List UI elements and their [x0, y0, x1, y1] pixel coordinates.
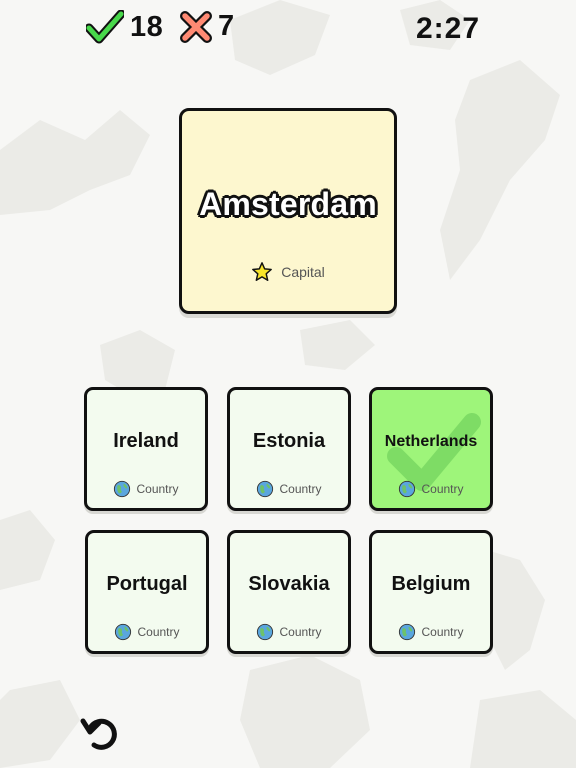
- answer-card-netherlands[interactable]: Netherlands Country: [369, 387, 493, 511]
- wrong-score: 7: [180, 10, 235, 43]
- answer-category-label: Country: [421, 482, 464, 496]
- answer-category-label: Country: [279, 625, 322, 639]
- answer-card-portugal[interactable]: Portugal Country: [85, 530, 209, 654]
- answer-category-label: Country: [421, 625, 464, 639]
- answer-category: Country: [88, 623, 206, 641]
- answer-card-ireland[interactable]: Ireland Country: [84, 387, 208, 511]
- answer-category-label: Country: [136, 482, 179, 496]
- answer-category: Country: [372, 480, 490, 498]
- answer-category: Country: [230, 623, 348, 641]
- undo-icon: [80, 718, 117, 750]
- answer-label: Belgium: [391, 573, 471, 595]
- answer-label: Netherlands: [384, 433, 478, 450]
- prompt-title: Amsterdam: [199, 186, 377, 222]
- undo-button[interactable]: [80, 712, 122, 754]
- answer-category: Country: [230, 480, 348, 498]
- prompt-card: Amsterdam Capital: [179, 108, 397, 314]
- globe-icon: [399, 480, 416, 498]
- answer-label: Ireland: [113, 430, 179, 452]
- star-icon: [252, 262, 273, 281]
- check-icon: [86, 10, 124, 44]
- cross-icon: [180, 10, 212, 43]
- answer-category: Country: [87, 480, 205, 498]
- answer-category: Country: [372, 623, 490, 641]
- answer-label: Portugal: [106, 573, 188, 595]
- answer-card-estonia[interactable]: Estonia Country: [227, 387, 351, 511]
- answer-category-label: Country: [279, 482, 322, 496]
- globe-icon: [114, 480, 131, 498]
- correct-count: 18: [130, 10, 164, 43]
- prompt-category-label: Capital: [281, 264, 325, 280]
- prompt-category: Capital: [182, 261, 394, 283]
- answer-card-slovakia[interactable]: Slovakia Country: [227, 530, 351, 654]
- correct-score: 18: [86, 10, 163, 44]
- answer-label: Slovakia: [248, 573, 330, 595]
- globe-icon: [257, 480, 274, 498]
- wrong-count: 7: [218, 10, 235, 42]
- globe-icon: [115, 623, 132, 641]
- answer-label: Estonia: [252, 430, 326, 452]
- answer-category-label: Country: [137, 625, 180, 639]
- globe-icon: [257, 623, 274, 641]
- countdown-timer: 2:27: [415, 12, 480, 45]
- answer-card-belgium[interactable]: Belgium Country: [369, 530, 493, 654]
- globe-icon: [399, 623, 416, 641]
